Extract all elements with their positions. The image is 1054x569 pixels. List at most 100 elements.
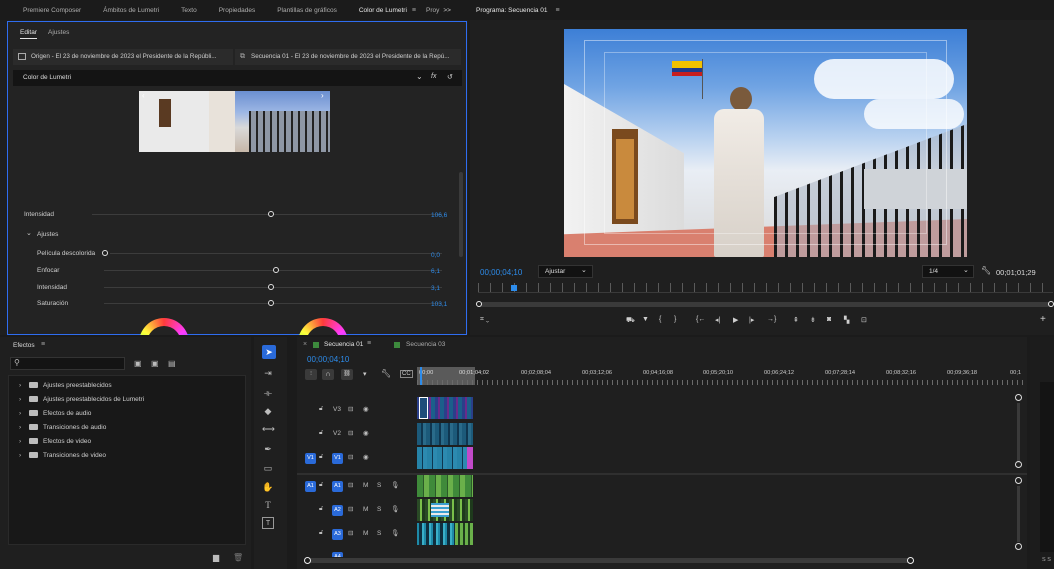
- lumetri-scrollbar[interactable]: [459, 172, 463, 257]
- audio-clips-a3-green[interactable]: [455, 523, 473, 545]
- tab-secuencia-01[interactable]: Secuencia 01: [324, 341, 363, 348]
- audio-clips-a1[interactable]: [417, 475, 473, 497]
- lock-icon[interactable]: 🔓︎: [319, 505, 323, 513]
- program-time-ruler[interactable]: [478, 283, 1053, 293]
- trash-icon[interactable]: 🗑︎: [233, 553, 243, 562]
- source-clip-selector[interactable]: Origen - El 23 de noviembre de 2023 el P…: [13, 49, 233, 65]
- tab-plantillas-graficos[interactable]: Plantillas de gráficos: [266, 7, 348, 14]
- track-label-v1[interactable]: V1: [332, 453, 343, 464]
- lock-icon[interactable]: 🔓︎: [319, 429, 323, 437]
- audio-track-scroll-bar[interactable]: [1017, 486, 1020, 542]
- microphone-icon[interactable]: 🎙︎: [391, 505, 399, 513]
- proxy-icon[interactable]: ⊡: [861, 316, 867, 324]
- camera-icon[interactable]: ◙: [827, 316, 831, 323]
- list-item[interactable]: › Ajustes preestablecidos: [19, 382, 112, 389]
- track-select-tool[interactable]: ⇥: [262, 367, 274, 379]
- program-timecode[interactable]: 00;00;04;10: [480, 268, 522, 277]
- sync-lock-icon[interactable]: ⊟: [348, 453, 353, 461]
- mark-in-icon[interactable]: {: [659, 316, 661, 323]
- intensity-slider-knob[interactable]: [268, 211, 274, 217]
- fx-toggle[interactable]: fx: [431, 73, 436, 80]
- list-item[interactable]: › Transiciones de video: [19, 452, 106, 459]
- lock-icon[interactable]: 🔓︎: [319, 529, 323, 537]
- program-title[interactable]: Programa: Secuencia 01: [476, 7, 548, 14]
- track-label-v2[interactable]: V2: [333, 430, 341, 437]
- sharpen-value[interactable]: 6,1: [431, 268, 440, 275]
- lift-icon[interactable]: ⇞: [793, 316, 799, 324]
- hand-tool[interactable]: ✋: [262, 481, 274, 493]
- timeline-clip-area[interactable]: [417, 387, 1015, 557]
- track-label-a3[interactable]: A3: [332, 529, 343, 540]
- overflow-tabs-button[interactable]: >>: [443, 7, 451, 14]
- ripple-edit-tool[interactable]: ⟛: [262, 387, 274, 399]
- audio-track-scroll-top[interactable]: [1015, 477, 1022, 484]
- step-back-icon[interactable]: ◂|: [715, 316, 720, 324]
- rectangle-tool[interactable]: ▭: [262, 462, 274, 474]
- list-item[interactable]: › Ajustes preestablecidos de Lumetri: [19, 396, 144, 403]
- meter-solo-label[interactable]: S S: [1042, 557, 1051, 563]
- 32bit-effects-icon[interactable]: ▣: [151, 359, 159, 368]
- program-playhead[interactable]: [511, 285, 517, 291]
- sync-lock-icon[interactable]: ⊟: [348, 505, 353, 513]
- pen-tool[interactable]: ✒: [262, 443, 274, 455]
- timeline-menu-icon[interactable]: ≡: [367, 340, 371, 347]
- program-video-frame[interactable]: [564, 29, 967, 257]
- sync-lock-icon[interactable]: ⊟: [348, 405, 353, 413]
- marker-icon[interactable]: ▼: [642, 316, 649, 323]
- effects-title[interactable]: Efectos: [13, 342, 35, 349]
- tab-premiere-composer[interactable]: Premiere Composer: [12, 7, 92, 14]
- ajustes-section-label[interactable]: Ajustes: [37, 231, 58, 238]
- program-zoom-bar[interactable]: [479, 302, 1050, 307]
- tab-propiedades[interactable]: Propiedades: [208, 7, 267, 14]
- list-item[interactable]: › Efectos de audio: [19, 410, 91, 417]
- selected-clip[interactable]: [419, 397, 428, 419]
- preview-next-icon[interactable]: ›: [321, 91, 324, 100]
- eye-icon[interactable]: ◉: [363, 405, 369, 413]
- effects-search-input[interactable]: ⚲: [10, 357, 125, 370]
- video-track-scroll-bar[interactable]: [1017, 403, 1020, 463]
- audio-track-scroll-bottom[interactable]: [1015, 543, 1022, 550]
- sequence-clip-selector[interactable]: ⧉ Secuencia 01 - El 23 de noviembre de 2…: [235, 49, 461, 65]
- yuv-effects-icon[interactable]: ▤: [168, 359, 176, 368]
- linked-selection-icon[interactable]: ⛓: [341, 369, 353, 380]
- play-icon[interactable]: ▶: [733, 316, 738, 324]
- extract-icon[interactable]: ⇟: [810, 316, 816, 324]
- sharpen-knob[interactable]: [273, 267, 279, 273]
- timeline-settings-icon[interactable]: 🔧︎: [381, 369, 391, 378]
- accelerated-effects-icon[interactable]: ▣: [134, 359, 142, 368]
- track-label-v3[interactable]: V3: [333, 406, 341, 413]
- selection-tool[interactable]: ➤: [262, 345, 276, 359]
- list-item[interactable]: › Efectos de video: [19, 438, 91, 445]
- saturation-knob[interactable]: [268, 300, 274, 306]
- faded-film-value[interactable]: 0,0: [431, 252, 440, 259]
- lock-icon[interactable]: 🔓︎: [319, 453, 323, 461]
- intensity-value[interactable]: 106,6: [431, 212, 447, 219]
- fit-dropdown[interactable]: Ajustar ⌄: [538, 265, 593, 278]
- program-menu-icon[interactable]: ≡: [556, 7, 560, 14]
- subtab-ajustes[interactable]: Ajustes: [48, 29, 69, 36]
- subtab-editar[interactable]: Editar: [20, 29, 37, 39]
- audio-meter[interactable]: [1040, 382, 1054, 552]
- mute-button[interactable]: M: [363, 506, 368, 513]
- tab-color-lumetri[interactable]: Color de Lumetri: [348, 7, 418, 14]
- video-clips-v2[interactable]: [417, 423, 473, 445]
- sync-lock-icon[interactable]: ⊟: [348, 529, 353, 537]
- type-tool[interactable]: T: [262, 499, 274, 511]
- source-patch-a1[interactable]: A1: [305, 481, 316, 492]
- new-bin-icon[interactable]: ▆: [213, 553, 219, 562]
- effects-menu-icon[interactable]: ≡: [41, 341, 45, 348]
- mark-out-icon[interactable]: }: [674, 316, 676, 323]
- vibrance-knob[interactable]: [268, 284, 274, 290]
- adjustment-clip-v1[interactable]: [467, 447, 473, 469]
- solo-button[interactable]: S: [377, 506, 381, 513]
- ajustes-chevron-icon[interactable]: ⌄: [26, 229, 32, 237]
- go-to-in-icon[interactable]: {←: [696, 316, 705, 323]
- list-item[interactable]: › Transiciones de audio: [19, 424, 106, 431]
- faded-film-track[interactable]: [110, 253, 442, 254]
- solo-button[interactable]: S: [377, 482, 381, 489]
- captions-icon[interactable]: CC: [400, 370, 413, 378]
- faded-film-knob[interactable]: [102, 250, 108, 256]
- safe-margins-icon[interactable]: ⌗ ⌄: [480, 316, 489, 324]
- resolution-dropdown[interactable]: 1/4 ⌄: [922, 265, 974, 278]
- close-icon[interactable]: ×: [303, 341, 307, 348]
